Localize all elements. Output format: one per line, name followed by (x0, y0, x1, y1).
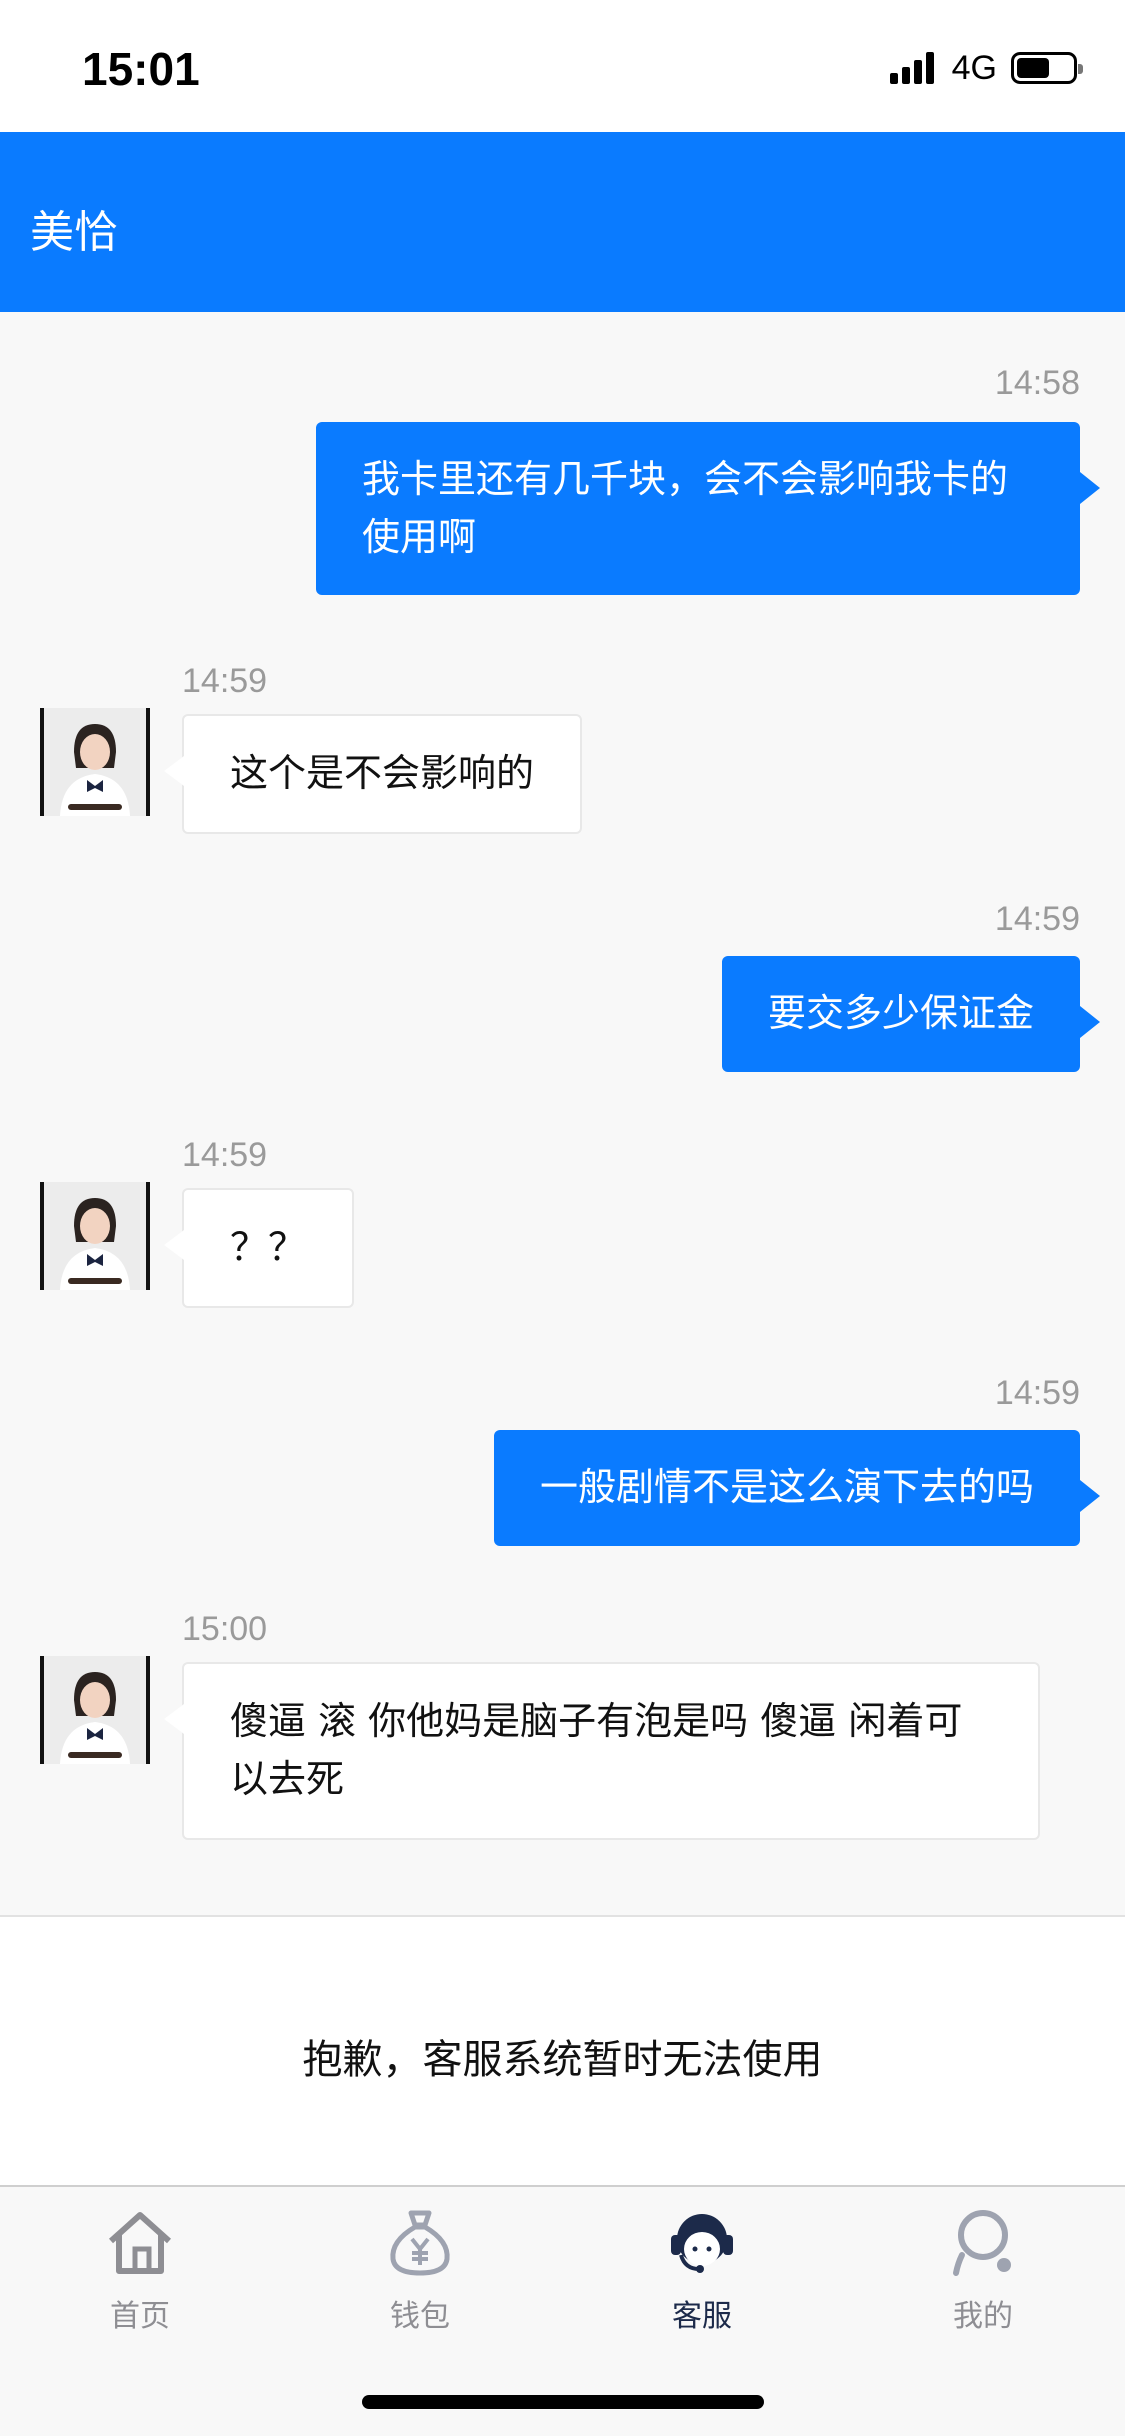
outgoing-message[interactable]: 一般剧情不是这么演下去的吗 (493, 1430, 1101, 1546)
tab-me[interactable]: 我的 (893, 2207, 1073, 2347)
message-time: 14:59 (994, 1374, 1080, 1412)
notice-text: 抱歉，客服系统暂时无法使用 (302, 2037, 823, 2083)
money-bag-icon (390, 2210, 450, 2276)
status-time: 15:01 (82, 43, 200, 95)
home-icon (108, 2212, 172, 2274)
message-time: 14:59 (994, 900, 1080, 938)
message-time: 14:58 (994, 364, 1080, 402)
tab-label: 钱包 (390, 2299, 450, 2334)
message-time: 14:59 (182, 662, 268, 700)
outgoing-message[interactable]: 我卡里还有几千块，会不会影响我卡的使用啊 (316, 422, 1100, 595)
message-text: 这个是不会影响的 (230, 751, 535, 795)
person-icon (953, 2210, 1011, 2276)
status-bar: 15:01 4G (0, 0, 1125, 132)
incoming-message[interactable]: ？？ (163, 1188, 355, 1308)
message-text: ？？ (230, 1225, 307, 1269)
tab-wallet[interactable]: 钱包 (330, 2207, 510, 2347)
home-indicator[interactable] (362, 2395, 764, 2409)
message-text: 要交多少保证金 (767, 991, 1034, 1035)
agent-avatar[interactable] (40, 708, 150, 816)
chat-header: 美恰 (0, 132, 1125, 312)
tab-home[interactable]: 首页 (50, 2207, 230, 2347)
message-text: 傻逼 滚 你他妈是脑子有泡是吗 傻逼 闲着可以去死 (230, 1699, 963, 1801)
status-indicators: 4G (889, 48, 1083, 88)
message-text: 我卡里还有几千块，会不会影响我卡的使用啊 (362, 457, 1009, 559)
outgoing-message[interactable]: 要交多少保证金 (721, 956, 1101, 1072)
agent-avatar[interactable] (40, 1656, 150, 1764)
network-type: 4G (951, 48, 997, 87)
tab-customer-service[interactable]: 客服 (612, 2207, 792, 2347)
incoming-message[interactable]: 傻逼 滚 你他妈是脑子有泡是吗 傻逼 闲着可以去死 (164, 1662, 1040, 1840)
service-unavailable-notice: 抱歉，客服系统暂时无法使用 (0, 1915, 1125, 2185)
customer-service-icon (671, 2214, 733, 2273)
chat-title: 美恰 (30, 207, 118, 258)
message-time: 15:00 (182, 1610, 268, 1648)
message-time: 14:59 (182, 1136, 268, 1174)
chat-area[interactable]: 14:58 我卡里还有几千块，会不会影响我卡的使用啊 14:59 这个是不会影响… (0, 312, 1125, 1915)
incoming-message[interactable]: 这个是不会影响的 (163, 714, 583, 834)
agent-avatar[interactable] (40, 1182, 150, 1290)
tab-label: 首页 (110, 2299, 170, 2334)
tab-label: 我的 (953, 2299, 1013, 2334)
message-text: 一般剧情不是这么演下去的吗 (539, 1465, 1034, 1509)
tab-label: 客服 (672, 2299, 732, 2334)
battery-icon (1011, 52, 1083, 84)
signal-icon (889, 52, 938, 84)
